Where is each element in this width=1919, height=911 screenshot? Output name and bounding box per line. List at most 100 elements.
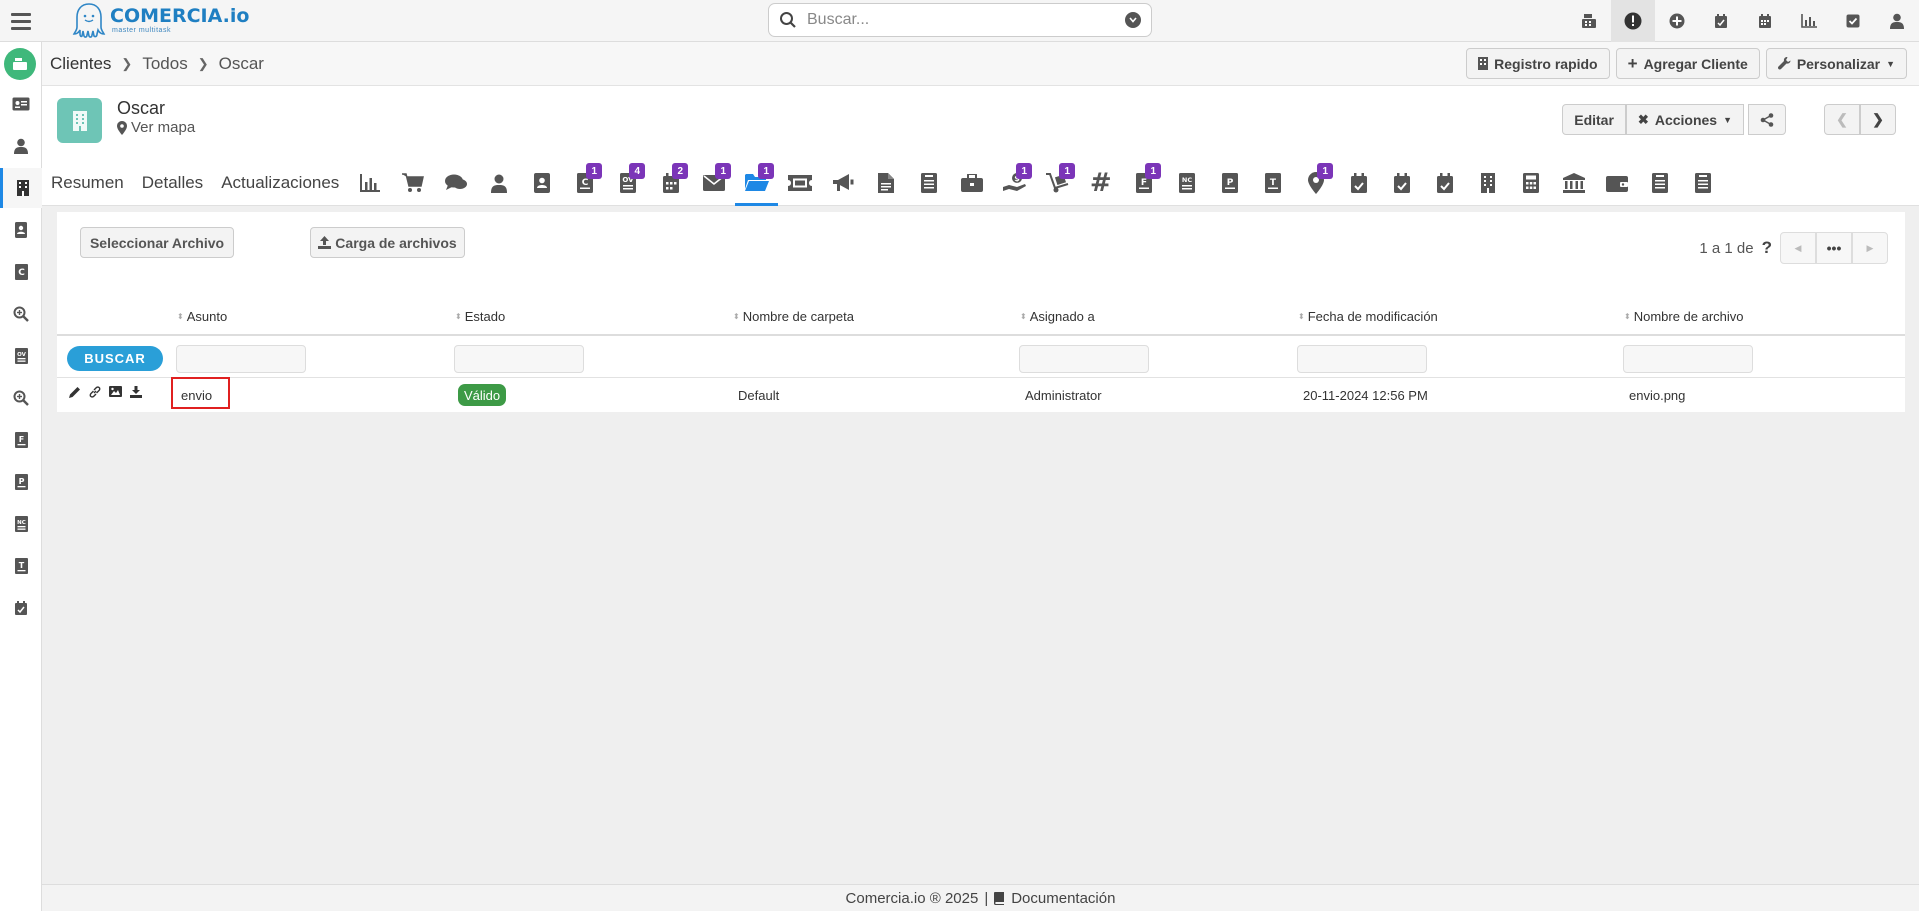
more-pages-button[interactable]: ••• xyxy=(1816,232,1852,264)
tab-briefcase-icon[interactable] xyxy=(950,160,993,206)
select-file-button[interactable]: Seleccionar Archivo xyxy=(80,227,234,258)
search-button[interactable]: BUSCAR xyxy=(67,346,163,371)
tab-document-ov-icon[interactable]: OV 4 xyxy=(606,160,649,206)
calendar-icon[interactable] xyxy=(1743,0,1787,42)
company-avatar xyxy=(57,98,102,143)
filter-asignado-input[interactable] xyxy=(1019,345,1149,373)
check-square-icon[interactable] xyxy=(1831,0,1875,42)
tab-file-icon[interactable] xyxy=(864,160,907,206)
tab-bank-icon[interactable] xyxy=(1552,160,1595,206)
filter-estado-input[interactable] xyxy=(454,345,584,373)
tab-chart-icon[interactable] xyxy=(348,160,391,206)
col-carpeta[interactable]: ⬍ Nombre de carpeta xyxy=(733,309,854,324)
tab-calendar-check-icon[interactable] xyxy=(1380,160,1423,206)
filter-asunto-input[interactable] xyxy=(176,345,306,373)
col-asignado[interactable]: ⬍ Asignado a xyxy=(1020,309,1095,324)
tab-document-f-icon[interactable]: F1 xyxy=(1122,160,1165,206)
add-client-button[interactable]: + Agregar Cliente xyxy=(1615,48,1760,79)
upload-files-button[interactable]: Carga de archivos xyxy=(310,227,465,258)
breadcrumb-bar: Clientes ❯ Todos ❯ Oscar Registro rapido… xyxy=(42,42,1919,86)
user-icon[interactable] xyxy=(0,126,42,166)
building-icon[interactable] xyxy=(0,168,42,208)
documentation-link[interactable]: Documentación xyxy=(1011,890,1115,907)
tools-icon: ✖ xyxy=(1637,111,1649,127)
link-icon[interactable] xyxy=(89,386,101,398)
tab-calendar-check-icon[interactable] xyxy=(1423,160,1466,206)
tab-dolly-icon[interactable]: 1 xyxy=(1036,160,1079,206)
share-button[interactable] xyxy=(1748,104,1786,135)
tab-contact-icon[interactable] xyxy=(477,160,520,206)
pencil-icon[interactable] xyxy=(69,386,81,398)
tab-wallet-icon[interactable] xyxy=(1595,160,1638,206)
prev-page-button[interactable]: ◀ xyxy=(1780,232,1816,264)
document-ov-icon[interactable]: OV xyxy=(0,336,42,376)
filter-archivo-input[interactable] xyxy=(1623,345,1753,373)
edit-button[interactable]: Editar xyxy=(1562,104,1626,135)
chevron-down-icon[interactable] xyxy=(1125,12,1141,28)
tab-document-list-icon[interactable] xyxy=(1638,160,1681,206)
col-asunto[interactable]: ⬍ Asunto xyxy=(177,309,227,324)
next-page-button[interactable]: ▶ xyxy=(1852,232,1888,264)
download-icon[interactable] xyxy=(130,386,142,398)
document-nc-icon[interactable]: NC xyxy=(0,504,42,544)
cell-asunto[interactable]: envio xyxy=(181,388,212,403)
calendar-check-icon[interactable] xyxy=(0,588,42,628)
tab-ticket-icon[interactable] xyxy=(778,160,821,206)
next-record-button[interactable]: ❯ xyxy=(1860,104,1896,135)
tab-folder-open-icon[interactable]: 1 xyxy=(735,160,779,206)
document-c-icon[interactable]: C xyxy=(0,252,42,292)
tab-document-list-icon[interactable] xyxy=(907,160,950,206)
breadcrumb-root[interactable]: Clientes xyxy=(50,54,111,74)
app-logo[interactable]: COMERCIA.io master multitask xyxy=(72,1,249,39)
breadcrumb-middle[interactable]: Todos xyxy=(142,54,187,74)
tab-calculator-icon[interactable] xyxy=(1509,160,1552,206)
tab-document-c-icon[interactable]: C1 xyxy=(563,160,606,206)
menu-hamburger-icon[interactable] xyxy=(8,8,34,34)
document-p-icon[interactable]: P xyxy=(0,462,42,502)
plus-circle-icon[interactable] xyxy=(1655,0,1699,42)
tab-document-p-icon[interactable]: P xyxy=(1208,160,1251,206)
tab-calendar-icon[interactable]: 2 xyxy=(649,160,692,206)
quick-register-button[interactable]: Registro rapido xyxy=(1466,48,1610,79)
tab-document-list-icon[interactable] xyxy=(1681,160,1724,206)
tab-detalles[interactable]: Detalles xyxy=(133,160,212,206)
search-plus-icon[interactable] xyxy=(0,294,42,334)
tab-comments-icon[interactable] xyxy=(434,160,477,206)
contact-book-icon[interactable] xyxy=(0,210,42,250)
tab-envelope-icon[interactable]: 1 xyxy=(692,160,735,206)
calendar-check-icon[interactable] xyxy=(1699,0,1743,42)
tab-address-book-icon[interactable] xyxy=(520,160,563,206)
tab-document-nc-icon[interactable]: NC xyxy=(1165,160,1208,206)
id-card-icon[interactable] xyxy=(0,84,42,124)
search-input[interactable] xyxy=(807,11,1125,29)
tab-resumen[interactable]: Resumen xyxy=(42,160,133,206)
view-map-link[interactable]: Ver mapa xyxy=(117,119,195,136)
image-icon[interactable] xyxy=(109,386,122,397)
chart-icon[interactable] xyxy=(1787,0,1831,42)
tab-document-t-icon[interactable]: T xyxy=(1251,160,1294,206)
alert-icon[interactable] xyxy=(1611,0,1655,42)
tab-map-pin-icon[interactable]: 1 xyxy=(1294,160,1337,206)
cash-register-icon[interactable] xyxy=(1567,0,1611,42)
tab-hand-money-icon[interactable]: $1 xyxy=(993,160,1036,206)
actions-dropdown[interactable]: ✖ Acciones ▼ xyxy=(1625,104,1744,135)
tab-building-icon[interactable] xyxy=(1466,160,1509,206)
tab-actualizaciones[interactable]: Actualizaciones xyxy=(212,160,348,206)
previous-record-button[interactable]: ❮ xyxy=(1824,104,1860,135)
question-icon[interactable]: ? xyxy=(1762,238,1772,258)
col-archivo[interactable]: ⬍ Nombre de archivo xyxy=(1624,309,1744,324)
document-f-icon[interactable]: F xyxy=(0,420,42,460)
cell-archivo[interactable]: envio.png xyxy=(1629,388,1685,403)
filter-fecha-input[interactable] xyxy=(1297,345,1427,373)
col-estado[interactable]: ⬍ Estado xyxy=(455,309,505,324)
tab-megaphone-icon[interactable] xyxy=(821,160,864,206)
tab-cart-icon[interactable] xyxy=(391,160,434,206)
document-t-icon[interactable]: T xyxy=(0,546,42,586)
col-fecha[interactable]: ⬍ Fecha de modificación xyxy=(1298,309,1438,324)
home-module-icon[interactable] xyxy=(4,48,36,80)
user-icon[interactable] xyxy=(1875,0,1919,42)
customize-button[interactable]: Personalizar ▼ xyxy=(1765,48,1907,79)
tab-hashtag-icon[interactable]: # xyxy=(1079,160,1122,206)
tab-calendar-check-icon[interactable] xyxy=(1337,160,1380,206)
search-zoom-icon[interactable] xyxy=(0,378,42,418)
